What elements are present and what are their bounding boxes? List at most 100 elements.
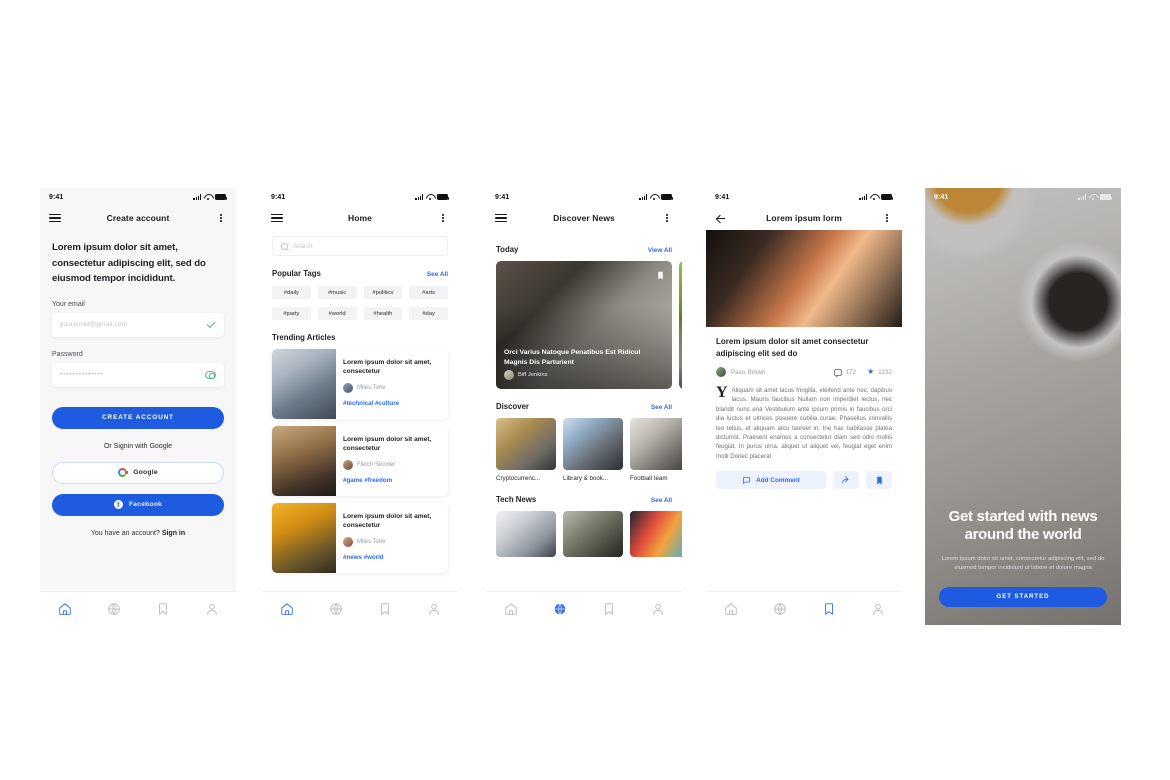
- article-info: Lorem ipsum dolor sit amet, consectetur …: [343, 426, 448, 496]
- list-item[interactable]: Lorem ipsum dolor sit amet, consectetur …: [272, 349, 448, 419]
- bookmark-icon[interactable]: [656, 268, 665, 286]
- today-view-all[interactable]: View All: [648, 247, 672, 254]
- nav-profile[interactable]: [426, 601, 442, 617]
- discover-card[interactable]: Library & book...: [563, 418, 623, 482]
- tag-chip[interactable]: #world: [317, 307, 357, 320]
- article-paragraph: Aliquam sit amet lacus fringilla, eleife…: [716, 387, 892, 460]
- nav-home[interactable]: [279, 601, 295, 617]
- onboarding-title: Get started with news around the world: [948, 508, 1098, 543]
- list-item[interactable]: Lorem ipsum dolor sit amet, consectetur …: [272, 426, 448, 496]
- more-options-icon[interactable]: [215, 213, 227, 223]
- list-item[interactable]: Lorem ipsum dolor sit amet, consectetur …: [272, 503, 448, 573]
- nav-bookmark[interactable]: [601, 601, 617, 617]
- screen-discover-news: 9:41 Discover News Today View All Orci V…: [486, 188, 682, 625]
- discover-carousel[interactable]: Cryptocurrenc... Library & book... Footb…: [486, 418, 682, 482]
- signal-icon: [639, 194, 647, 200]
- discover-card[interactable]: Football team: [630, 418, 682, 482]
- email-field[interactable]: youremail@gmail.com: [52, 312, 224, 337]
- screens-canvas: 9:41 Create account Lorem ipsum dolor si…: [0, 0, 1170, 780]
- menu-icon[interactable]: [49, 213, 61, 223]
- more-options-icon[interactable]: [881, 213, 893, 223]
- today-carousel[interactable]: Orci Varius Natoque Penatibus Est Ridicu…: [486, 261, 682, 389]
- more-options-icon[interactable]: [437, 213, 449, 223]
- share-button[interactable]: [833, 471, 859, 490]
- avatar: [343, 537, 353, 547]
- menu-icon[interactable]: [271, 213, 283, 223]
- password-field[interactable]: ••••••••••••••: [52, 362, 224, 387]
- nav-profile[interactable]: [204, 601, 220, 617]
- create-account-button[interactable]: CREATE ACCOUNT: [52, 406, 224, 429]
- get-started-button[interactable]: GET STARTED: [939, 587, 1107, 607]
- tag-chip[interactable]: #day: [409, 307, 448, 320]
- comments-count: 172: [845, 368, 857, 376]
- article-info: Lorem ipsum dolor sit amet, consectetur …: [343, 349, 448, 419]
- tech-carousel[interactable]: [486, 511, 682, 557]
- nav-bookmark[interactable]: [377, 601, 393, 617]
- tech-see-all[interactable]: See All: [651, 497, 672, 504]
- nav-globe[interactable]: [552, 601, 568, 617]
- nav-profile[interactable]: [650, 601, 666, 617]
- add-comment-button[interactable]: Add Comment: [716, 471, 826, 490]
- popular-tags-see-all[interactable]: See All: [427, 271, 448, 278]
- tag-chip[interactable]: #health: [363, 307, 403, 320]
- nav-home[interactable]: [57, 601, 73, 617]
- article-tags[interactable]: #game #freedom: [343, 477, 440, 484]
- tag-chip[interactable]: #music: [317, 286, 357, 299]
- discover-see-all[interactable]: See All: [651, 404, 672, 411]
- screen-article-detail: 9:41 Lorem ipsum lorm Lorem ipsum dolor …: [706, 188, 902, 625]
- onboarding-content: Get started with news around the world L…: [925, 508, 1121, 625]
- article-tags[interactable]: #news #world: [343, 554, 440, 561]
- hero-card-next[interactable]: [679, 261, 682, 389]
- tag-chip[interactable]: #politics: [363, 286, 403, 299]
- tag-chip[interactable]: #arts: [409, 286, 448, 299]
- nav-globe[interactable]: [106, 601, 122, 617]
- tag-chip[interactable]: #party: [272, 307, 311, 320]
- discover-title: Discover: [496, 402, 529, 411]
- battery-icon: [881, 194, 894, 200]
- google-icon: [118, 468, 128, 477]
- nav-home[interactable]: [723, 601, 739, 617]
- nav-home[interactable]: [503, 601, 519, 617]
- sign-in-link[interactable]: Sign in: [162, 530, 185, 537]
- status-bar: 9:41: [40, 188, 236, 206]
- nav-bookmark[interactable]: [155, 601, 171, 617]
- tech-header-wrap: Tech News See All: [486, 495, 682, 504]
- article-tags[interactable]: #technical #culture: [343, 400, 440, 407]
- facebook-signin-button[interactable]: f Facebook: [52, 493, 224, 516]
- search-input[interactable]: Search: [272, 236, 448, 256]
- tech-card[interactable]: [496, 511, 556, 557]
- nav-globe[interactable]: [328, 601, 344, 617]
- eye-icon[interactable]: [205, 370, 216, 379]
- hero-card[interactable]: Orci Varius Natoque Penatibus Est Ridicu…: [496, 261, 672, 389]
- bookmark-button[interactable]: [866, 471, 892, 490]
- star-icon: ★: [867, 367, 875, 376]
- back-icon[interactable]: [715, 212, 727, 224]
- tech-card[interactable]: [630, 511, 682, 557]
- nav-globe[interactable]: [772, 601, 788, 617]
- tag-chip[interactable]: #daily: [272, 286, 311, 299]
- nav-profile[interactable]: [870, 601, 886, 617]
- more-options-icon[interactable]: [661, 213, 673, 223]
- search-icon: [281, 242, 288, 250]
- menu-icon[interactable]: [495, 213, 507, 223]
- avatar: [343, 460, 353, 470]
- article-meta: Paco Brown 172 ★ 1232: [716, 367, 892, 377]
- signal-icon: [415, 194, 423, 200]
- tag-row-1: #daily #music #politics #arts: [272, 286, 448, 299]
- google-signin-button[interactable]: Google: [52, 461, 224, 484]
- status-time: 9:41: [715, 193, 730, 201]
- nav-bookmark[interactable]: [821, 601, 837, 617]
- discover-image: [496, 418, 556, 470]
- stars-count: 1232: [878, 368, 892, 376]
- signup-heading: Lorem ipsum dolor sit amet, consectetur …: [52, 242, 206, 284]
- stars-stat[interactable]: ★ 1232: [867, 368, 892, 376]
- discover-card[interactable]: Cryptocurrenc...: [496, 418, 556, 482]
- trending-list: Lorem ipsum dolor sit amet, consectetur …: [272, 349, 448, 573]
- tech-card[interactable]: [563, 511, 623, 557]
- article-thumbnail: [272, 426, 336, 496]
- today-title: Today: [496, 245, 519, 254]
- page-title: Discover News: [553, 213, 615, 223]
- status-bar: 9:41: [925, 188, 1121, 206]
- comments-stat[interactable]: 172: [833, 368, 857, 377]
- page-title: Lorem ipsum lorm: [766, 213, 842, 223]
